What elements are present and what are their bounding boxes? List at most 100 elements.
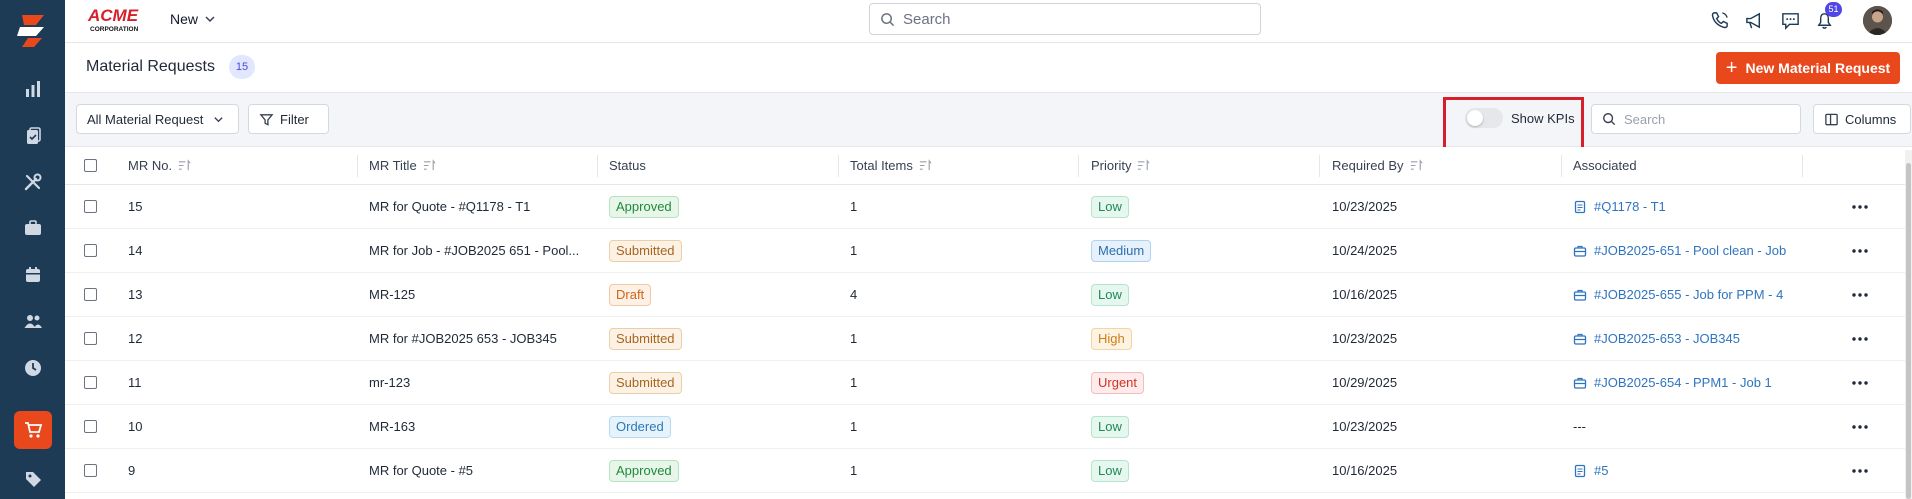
row-actions-button[interactable] [1851, 273, 1869, 316]
table-row[interactable]: 11 mr-123 Submitted 1 Urgent 10/29/2025 #JOB20… [65, 361, 1912, 405]
new-material-request-label: New Material Request [1745, 60, 1891, 76]
table-row[interactable]: 15 MR for Quote - #Q1178 - T1 Approved 1 Low… [65, 185, 1912, 229]
column-label: MR Title [369, 158, 417, 173]
calendar-icon [26, 267, 40, 282]
mr-no-cell[interactable]: 13 [128, 273, 142, 316]
row-actions-button[interactable] [1851, 405, 1869, 448]
row-checkbox[interactable] [84, 464, 97, 477]
select-all-cell [84, 147, 97, 184]
svg-text:ACME: ACME [87, 6, 139, 25]
new-menu-button[interactable]: New [170, 11, 216, 27]
required-by-cell: 10/23/2025 [1332, 331, 1398, 346]
row-actions-button[interactable] [1851, 317, 1869, 360]
new-material-request-button[interactable]: + New Material Request [1716, 52, 1900, 84]
mr-title-cell[interactable]: MR for Quote - #Q1178 - T1 [369, 185, 589, 228]
associated-link[interactable]: #JOB2025-655 - Job for PPM - 4 [1573, 287, 1783, 302]
sidebar-item-documents[interactable] [14, 117, 52, 155]
sidebar-item-customers[interactable] [14, 302, 52, 340]
mr-title-cell[interactable]: mr-123 [369, 361, 589, 404]
row-checkbox[interactable] [84, 200, 97, 213]
column-label: Associated [1573, 158, 1637, 173]
search-icon [881, 12, 895, 26]
announcements-button[interactable] [1741, 7, 1767, 33]
table-row[interactable]: 13 MR-125 Draft 4 Low 10/16/2025 #JOB2025-655 … [65, 273, 1912, 317]
columns-button[interactable]: Columns [1813, 104, 1911, 134]
global-search-input[interactable] [903, 10, 1243, 28]
scrollbar-thumb[interactable] [1906, 163, 1911, 499]
table-row[interactable]: 12 MR for #JOB2025 653 - JOB345 Submitted 1… [65, 317, 1912, 361]
mr-title-cell[interactable]: MR for Quote - #5 [369, 449, 589, 492]
column-header-mr-title[interactable]: MR Title [369, 147, 436, 184]
phone-button[interactable] [1706, 7, 1732, 33]
associated-link[interactable]: #5 [1573, 463, 1608, 478]
mr-title-cell[interactable]: MR for #JOB2025 653 - JOB345 [369, 317, 589, 360]
column-header-total-items[interactable]: Total Items [850, 147, 932, 184]
sidebar-item-purchasing[interactable] [14, 411, 52, 449]
chat-icon [1781, 12, 1799, 30]
priority-badge: Low [1091, 283, 1129, 306]
total-items-cell: 4 [850, 287, 858, 302]
required-by-cell: 10/24/2025 [1332, 243, 1398, 258]
column-label: Total Items [850, 158, 913, 173]
associated-link[interactable]: #JOB2025-653 - JOB345 [1573, 331, 1740, 346]
app-logo-icon[interactable] [14, 12, 50, 48]
row-actions-button[interactable] [1851, 185, 1869, 228]
view-select[interactable]: All Material Request [76, 104, 239, 134]
row-checkbox[interactable] [84, 244, 97, 257]
chat-button[interactable] [1777, 7, 1803, 33]
select-all-checkbox[interactable] [84, 159, 97, 172]
priority-cell: High [1091, 317, 1132, 360]
associated-label: #JOB2025-654 - PPM1 - Job 1 [1594, 375, 1772, 390]
sidebar-item-tools[interactable] [14, 163, 52, 201]
mr-no-cell[interactable]: 15 [128, 185, 142, 228]
sidebar-item-pricing[interactable] [14, 460, 52, 498]
row-checkbox[interactable] [84, 376, 97, 389]
sidebar-item-time[interactable] [14, 349, 52, 387]
avatar[interactable] [1863, 6, 1892, 35]
associated-link[interactable]: #JOB2025-654 - PPM1 - Job 1 [1573, 375, 1772, 390]
job-briefcase-icon [1573, 289, 1587, 301]
filter-button[interactable]: Filter [248, 104, 329, 134]
mr-no-cell[interactable]: 11 [128, 361, 142, 404]
table-row[interactable]: 9 MR for Quote - #5 Approved 1 Low 10/16/2025… [65, 449, 1912, 493]
global-search[interactable] [869, 3, 1261, 35]
table-row[interactable]: 14 MR for Job - #JOB2025 651 - Pool... Sub… [65, 229, 1912, 273]
column-header-status[interactable]: Status [609, 147, 646, 184]
sidebar-item-calendar[interactable] [14, 256, 52, 294]
mr-no-cell[interactable]: 10 [128, 405, 142, 448]
mr-title-cell[interactable]: MR for Job - #JOB2025 651 - Pool... [369, 229, 589, 272]
list-search[interactable] [1591, 104, 1801, 134]
total-items-cell: 1 [850, 331, 858, 346]
column-header-associated[interactable]: Associated [1573, 147, 1637, 184]
briefcase-icon [25, 220, 41, 235]
priority-badge: Urgent [1091, 371, 1145, 394]
column-header-priority[interactable]: Priority [1091, 147, 1150, 184]
column-header-required-by[interactable]: Required By [1332, 147, 1423, 184]
associated-link[interactable]: #JOB2025-651 - Pool clean - Job [1573, 243, 1786, 258]
mr-no-cell[interactable]: 14 [128, 229, 142, 272]
row-actions-button[interactable] [1851, 229, 1869, 272]
associated-link[interactable]: #Q1178 - T1 [1573, 199, 1666, 214]
mr-title-cell[interactable]: MR-125 [369, 273, 589, 316]
sidebar-item-reports[interactable] [14, 70, 52, 108]
row-checkbox[interactable] [84, 332, 97, 345]
total-items-cell: 1 [850, 375, 858, 390]
megaphone-icon [1745, 12, 1760, 28]
column-header-mr-no[interactable]: MR No. [128, 147, 191, 184]
sidebar-item-jobs[interactable] [14, 209, 52, 247]
row-actions-button[interactable] [1851, 361, 1869, 404]
mr-title-cell[interactable]: MR-163 [369, 405, 589, 448]
notifications-button[interactable]: 51 [1811, 2, 1842, 33]
associated-cell: #Q1178 - T1 [1573, 185, 1793, 228]
brand-logo[interactable]: ACME CORPORATION [87, 4, 153, 34]
table-row[interactable]: 10 MR-163 Ordered 1 Low 10/23/2025 --- [65, 405, 1912, 449]
list-search-input[interactable] [1624, 111, 1794, 127]
row-select-cell [84, 185, 97, 228]
row-actions-button[interactable] [1851, 449, 1869, 492]
mr-no-cell[interactable]: 9 [128, 449, 135, 492]
columns-label: Columns [1845, 111, 1897, 127]
mr-no-cell[interactable]: 12 [128, 317, 142, 360]
associated-label: #JOB2025-653 - JOB345 [1594, 331, 1740, 346]
row-checkbox[interactable] [84, 420, 97, 433]
row-checkbox[interactable] [84, 288, 97, 301]
